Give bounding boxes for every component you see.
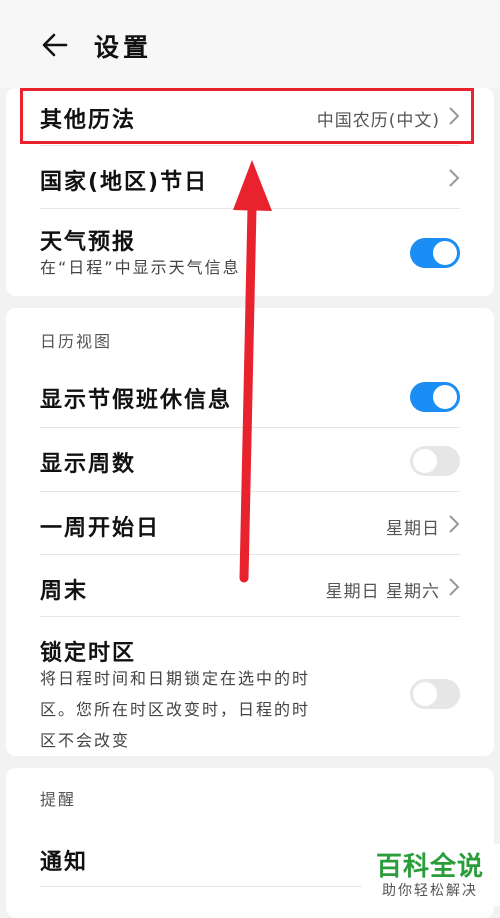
annotation-arrow-icon <box>233 160 272 583</box>
watermark-logo: 百科全说 助你轻松解决 <box>362 844 500 906</box>
watermark-title: 百科全说 <box>376 852 485 882</box>
watermark-subtitle: 助你轻松解决 <box>382 883 478 899</box>
